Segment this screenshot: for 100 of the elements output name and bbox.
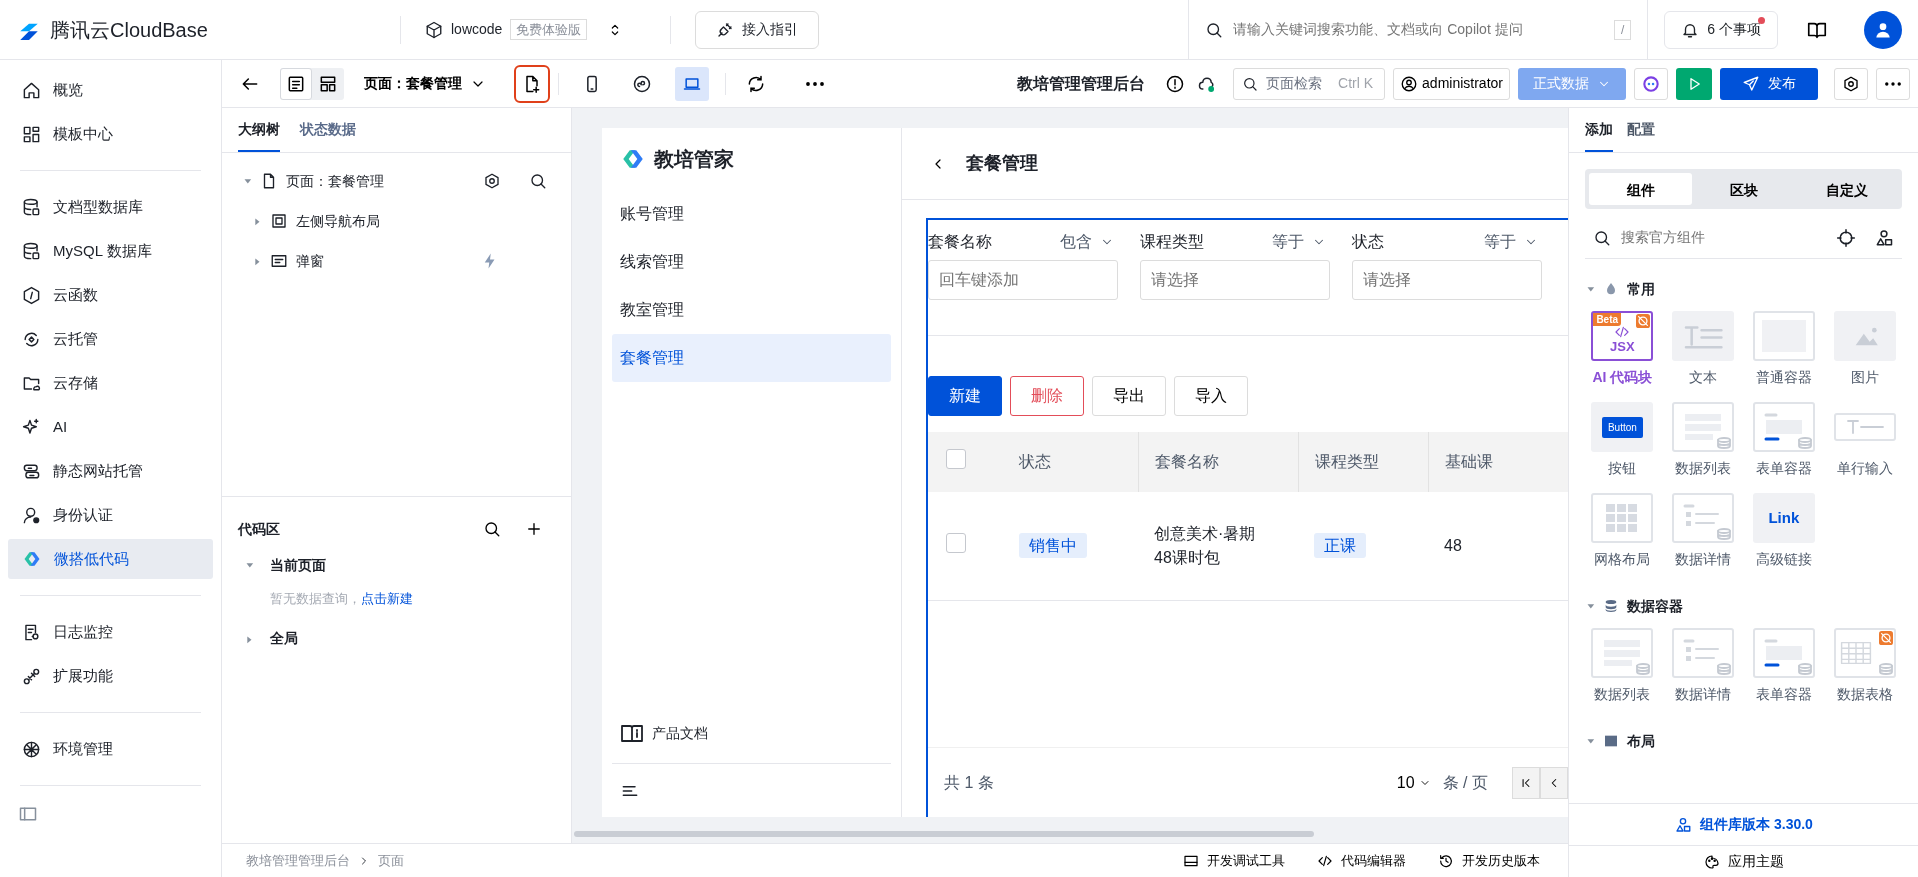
nav-item[interactable]: 环境管理 bbox=[8, 729, 213, 769]
nav-item[interactable]: 静态网站托管 bbox=[8, 451, 213, 491]
info-icon bbox=[1165, 73, 1186, 94]
page-search-field[interactable]: 页面检索 Ctrl K bbox=[1233, 67, 1386, 100]
page-size-select[interactable]: 10 bbox=[1392, 766, 1435, 799]
nav-item[interactable]: 扩展功能 bbox=[8, 656, 213, 696]
nav-item[interactable]: 模板中心 bbox=[8, 114, 213, 154]
env-badge: 免费体验版 bbox=[510, 18, 588, 41]
panel-tab[interactable]: 大纲树 bbox=[238, 108, 280, 152]
database-icon bbox=[22, 197, 41, 217]
dev-tool-button[interactable]: 代码编辑器 bbox=[1313, 846, 1410, 875]
nav-item[interactable]: 身份认证 bbox=[8, 495, 213, 535]
create-link[interactable]: 点击新建 bbox=[361, 591, 413, 606]
library-version: 组件库版本 3.30.0 bbox=[1700, 815, 1813, 834]
tree-node[interactable]: 全局 bbox=[238, 618, 555, 659]
nav-item[interactable]: 云函数 bbox=[8, 275, 213, 315]
tree-node[interactable]: 当前页面 bbox=[238, 545, 555, 585]
column-header: 基础课 bbox=[1428, 432, 1568, 492]
menu-item[interactable]: 教室管理 bbox=[612, 286, 891, 334]
breadcrumb-item[interactable]: 页面 bbox=[378, 850, 404, 871]
app-brand: 教培管家 bbox=[654, 147, 734, 172]
nav-item[interactable]: 云托管 bbox=[8, 319, 213, 359]
dev-tool-button[interactable]: 开发历史版本 bbox=[1434, 846, 1544, 875]
operator-select[interactable]: 等于 bbox=[1268, 226, 1330, 258]
filter-label: 状态 bbox=[1352, 232, 1385, 252]
component-label: 表单容器 bbox=[1755, 459, 1812, 478]
segment-tab[interactable]: 区块 bbox=[1692, 173, 1795, 205]
database-icon bbox=[1603, 598, 1619, 614]
row-checkbox[interactable] bbox=[946, 532, 966, 553]
first-page-button[interactable] bbox=[1512, 766, 1540, 799]
settings-button[interactable] bbox=[1834, 67, 1868, 100]
menu-item[interactable]: 线索管理 bbox=[612, 238, 891, 286]
env-name: lowcode bbox=[451, 20, 503, 39]
operator-select[interactable]: 包含 bbox=[1056, 226, 1118, 258]
nav-item[interactable]: 云存储 bbox=[8, 363, 213, 403]
page-selector[interactable]: 页面：套餐管理 bbox=[360, 69, 490, 98]
component-label: AI 代码块 bbox=[1592, 368, 1653, 387]
grid-icon bbox=[22, 124, 41, 144]
nav-item[interactable]: 日志监控 bbox=[8, 612, 213, 652]
select-all-checkbox[interactable] bbox=[946, 449, 966, 469]
user-icon bbox=[1400, 74, 1419, 93]
preview-button[interactable] bbox=[1676, 67, 1712, 100]
nav-item[interactable]: MySQL 数据库 bbox=[8, 231, 213, 271]
segment-tab[interactable]: 组件 bbox=[1589, 173, 1692, 205]
app-title: 教培管理管理后台 bbox=[1017, 73, 1146, 94]
avatar[interactable] bbox=[1864, 10, 1902, 49]
tree-node[interactable]: 弹窗 bbox=[238, 241, 555, 281]
notifications-button[interactable]: 6 个事项 bbox=[1664, 10, 1778, 49]
link-component-icon[interactable]: Link bbox=[1752, 493, 1815, 543]
component-label: 高级链接 bbox=[1755, 550, 1812, 569]
segment-tab[interactable]: 自定义 bbox=[1795, 173, 1898, 205]
button-component-icon[interactable]: Button bbox=[1591, 402, 1654, 452]
jsx-component-icon[interactable]: Beta JSX bbox=[1591, 311, 1654, 361]
frame-icon bbox=[270, 212, 288, 230]
nav-item[interactable]: 概览 bbox=[8, 70, 213, 110]
nav-item[interactable]: 文档型数据库 bbox=[8, 187, 213, 227]
panel-tab[interactable]: 配置 bbox=[1627, 108, 1655, 152]
search-icon bbox=[1242, 75, 1259, 92]
filter-input[interactable]: 请选择 bbox=[1140, 260, 1330, 300]
search-icon bbox=[483, 520, 501, 538]
add-page-button[interactable] bbox=[514, 64, 550, 103]
panel-tab[interactable]: 添加 bbox=[1585, 108, 1613, 152]
panel-tab[interactable]: 状态数据 bbox=[300, 108, 356, 152]
filter-input[interactable]: 请选择 bbox=[1352, 260, 1542, 300]
page-title: 套餐管理 bbox=[966, 152, 1038, 175]
action-button[interactable]: 删除 bbox=[1010, 376, 1084, 416]
guide-button[interactable]: 接入指引 bbox=[695, 10, 819, 49]
publish-button[interactable]: 发布 bbox=[1720, 67, 1818, 100]
tree-node[interactable]: 左侧导航布局 bbox=[238, 201, 555, 241]
dev-tool-button[interactable]: 开发调试工具 bbox=[1179, 846, 1289, 875]
beta-badge: Beta bbox=[1593, 313, 1622, 326]
hexagon-icon bbox=[22, 285, 41, 305]
filter-input[interactable]: 回车键添加 bbox=[928, 260, 1118, 300]
page-size-unit: 条 / 页 bbox=[1442, 772, 1488, 793]
component-label: 图片 bbox=[1850, 368, 1879, 387]
user-button[interactable]: administrator bbox=[1393, 67, 1510, 100]
view-mode-button[interactable] bbox=[280, 67, 312, 100]
scrollbar-thumb[interactable] bbox=[574, 831, 1314, 837]
action-button[interactable]: 新建 bbox=[928, 376, 1002, 416]
nav-item[interactable]: 微搭低代码 bbox=[8, 539, 213, 579]
menu-item[interactable]: 账号管理 bbox=[612, 190, 891, 238]
link-icon bbox=[22, 666, 41, 686]
theme-button[interactable]: 应用主题 bbox=[1699, 847, 1788, 876]
total-count: 共 1 条 bbox=[944, 772, 995, 793]
action-button[interactable]: 导入 bbox=[1174, 376, 1248, 416]
search-placeholder: 页面检索 bbox=[1266, 74, 1323, 93]
home-icon bbox=[22, 80, 41, 100]
component-label: 网格布局 bbox=[1594, 550, 1651, 569]
table-component-icon[interactable] bbox=[1833, 628, 1896, 678]
docs-link[interactable]: 产品文档 bbox=[652, 722, 708, 744]
action-button[interactable]: 导出 bbox=[1092, 376, 1166, 416]
log-icon bbox=[22, 622, 41, 642]
tree-node[interactable]: 页面：套餐管理 bbox=[238, 161, 555, 201]
operator-select[interactable]: 等于 bbox=[1480, 226, 1542, 258]
input-component-icon[interactable] bbox=[1833, 413, 1896, 441]
database-icon bbox=[1717, 437, 1732, 449]
copilot-button[interactable] bbox=[1634, 67, 1668, 100]
menu-item[interactable]: 套餐管理 bbox=[612, 334, 891, 382]
lowcode-logo-icon bbox=[22, 549, 42, 569]
nav-item[interactable]: AI bbox=[8, 407, 213, 447]
